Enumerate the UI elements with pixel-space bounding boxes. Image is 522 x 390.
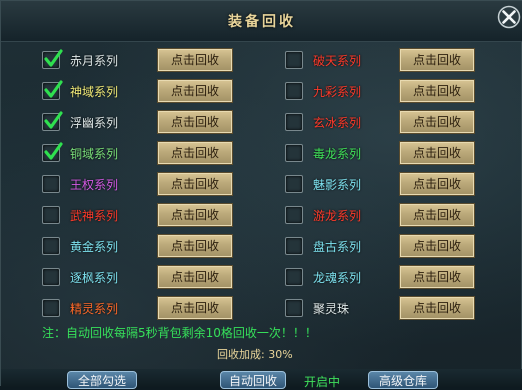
recycle-button[interactable]: 点击回收: [157, 172, 233, 196]
recycle-button[interactable]: 点击回收: [157, 296, 233, 320]
recycle-button[interactable]: 点击回收: [399, 48, 475, 72]
series-checkbox[interactable]: [42, 268, 60, 286]
recycle-window: 装备回收 赤月系列 点击回收 神域系列 点击回收 浮幽系列 点击回收 铜域系列 点击回收 王权系…: [0, 0, 522, 389]
auto-recycle-note: 注：自动回收每隔5秒背包剩余10格回收一次！！！: [42, 326, 317, 340]
series-label: 毒龙系列: [313, 147, 362, 161]
recycle-button[interactable]: 点击回收: [157, 48, 233, 72]
recycle-button[interactable]: 点击回收: [157, 234, 233, 258]
series-checkbox[interactable]: [285, 82, 303, 100]
series-label: 九彩系列: [313, 85, 362, 99]
recycle-button[interactable]: 点击回收: [399, 172, 475, 196]
series-checkbox[interactable]: [42, 299, 60, 317]
recycle-button[interactable]: 点击回收: [399, 203, 475, 227]
auto-recycle-button[interactable]: 自动回收: [220, 371, 286, 389]
recycle-button[interactable]: 点击回收: [157, 203, 233, 227]
recycle-button[interactable]: 点击回收: [399, 265, 475, 289]
recycle-button[interactable]: 点击回收: [399, 296, 475, 320]
series-checkbox[interactable]: [42, 237, 60, 255]
warehouse-button[interactable]: 高级仓库: [368, 371, 438, 389]
series-label: 聚灵珠: [313, 302, 350, 316]
checkmark-icon: [44, 49, 63, 67]
series-label: 铜域系列: [70, 147, 119, 161]
recycle-button[interactable]: 点击回收: [157, 265, 233, 289]
series-checkbox[interactable]: [285, 51, 303, 69]
series-label: 魅影系列: [313, 178, 362, 192]
series-label: 武神系列: [70, 209, 119, 223]
window-title: 装备回收: [228, 14, 296, 30]
series-checkbox[interactable]: [285, 268, 303, 286]
series-label: 神域系列: [70, 85, 119, 99]
recycle-button[interactable]: 点击回收: [399, 234, 475, 258]
series-checkbox[interactable]: [42, 175, 60, 193]
recycle-button[interactable]: 点击回收: [399, 79, 475, 103]
series-label: 王权系列: [70, 178, 119, 192]
recycle-button[interactable]: 点击回收: [157, 141, 233, 165]
series-checkbox[interactable]: [285, 144, 303, 162]
series-checkbox[interactable]: [42, 80, 63, 100]
checkmark-icon: [44, 142, 63, 160]
checkmark-icon: [44, 111, 63, 129]
series-checkbox[interactable]: [285, 175, 303, 193]
recycle-button[interactable]: 点击回收: [157, 110, 233, 134]
series-label: 龙魂系列: [313, 271, 362, 285]
series-checkbox[interactable]: [42, 206, 60, 224]
series-label: 玄冰系列: [313, 116, 362, 130]
series-label: 游龙系列: [313, 209, 362, 223]
series-checkbox[interactable]: [42, 111, 63, 131]
series-label: 盘古系列: [313, 240, 362, 254]
checkmark-icon: [44, 80, 63, 98]
close-icon: [497, 5, 521, 29]
series-label: 精灵系列: [70, 302, 119, 316]
series-checkbox[interactable]: [42, 142, 63, 162]
recycle-button[interactable]: 点击回收: [399, 141, 475, 165]
recycle-button[interactable]: 点击回收: [399, 110, 475, 134]
series-label: 浮幽系列: [70, 116, 119, 130]
series-label: 赤月系列: [70, 54, 119, 68]
title-bar: 装备回收: [1, 1, 522, 42]
recycle-rate: 回收加成: 30%: [217, 348, 293, 361]
recycle-button[interactable]: 点击回收: [157, 79, 233, 103]
series-checkbox[interactable]: [285, 206, 303, 224]
series-label: 破天系列: [313, 54, 362, 68]
series-label: 黄金系列: [70, 240, 119, 254]
select-all-button[interactable]: 全部勾选: [67, 371, 137, 389]
auto-recycle-status: 开启中: [304, 375, 341, 389]
series-checkbox[interactable]: [42, 49, 63, 69]
series-checkbox[interactable]: [285, 299, 303, 317]
close-button[interactable]: [497, 5, 521, 29]
series-checkbox[interactable]: [285, 237, 303, 255]
series-label: 逐枫系列: [70, 271, 119, 285]
series-checkbox[interactable]: [285, 113, 303, 131]
